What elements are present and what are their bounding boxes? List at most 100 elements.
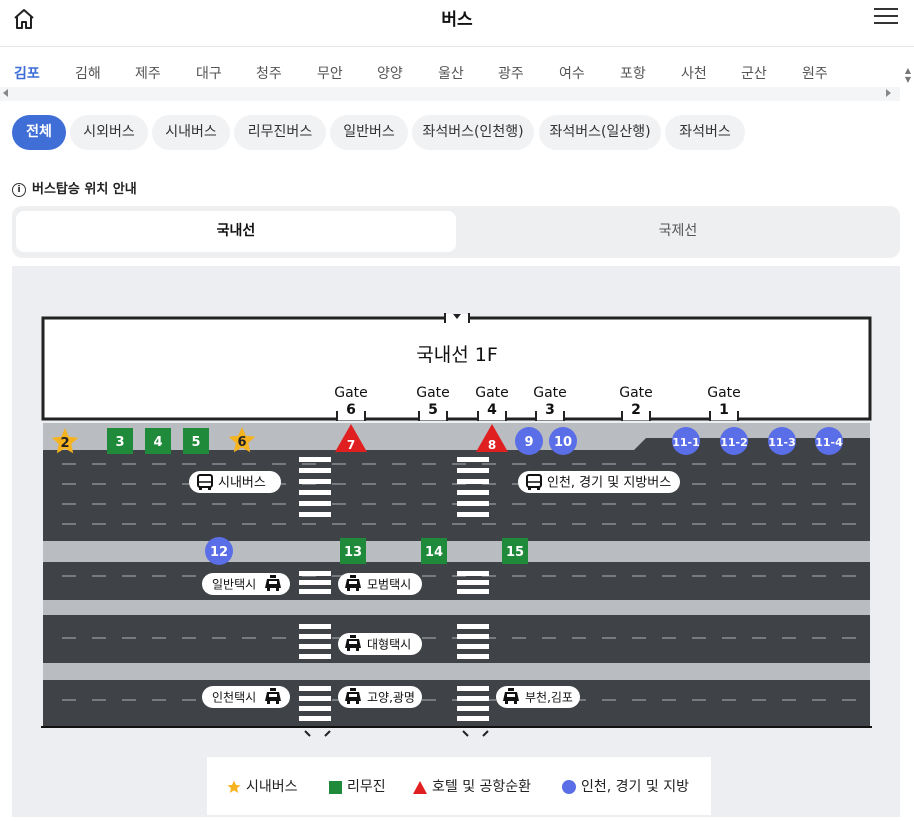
city-tab[interactable]: 청주	[256, 63, 282, 83]
gate-word: Gate	[707, 385, 741, 401]
regional-bus-label: 인천, 경기 및 지방버스	[547, 476, 671, 491]
filter-chip[interactable]: 리무진버스	[234, 115, 326, 150]
taxi-icon-wheel	[347, 701, 350, 704]
gate-door	[711, 414, 737, 420]
taxi-icon-window	[269, 694, 277, 697]
scroll-right-icon[interactable]	[886, 89, 891, 97]
city-tabs: 김포 김해 제주 대구 청주 무안 양양 울산 광주 여수 포항 사천 군산 원주	[0, 60, 914, 86]
legend-city-bus: 시내버스	[227, 776, 298, 796]
gate-door	[537, 414, 563, 420]
city-tab[interactable]: 울산	[438, 63, 464, 83]
crosswalk-stripe	[457, 696, 489, 701]
taxi-icon-wheel	[347, 588, 350, 591]
vertical-scroll-icon[interactable]: ▲ ▼	[903, 66, 913, 86]
stop-number: 11-1	[672, 436, 700, 449]
filter-chip[interactable]: 시내버스	[152, 115, 230, 150]
city-tab[interactable]: 여수	[559, 63, 585, 83]
crosswalk-stripe	[457, 634, 489, 639]
stop-number: 9	[524, 435, 533, 450]
stop-number: 13	[344, 545, 362, 560]
tab-domestic[interactable]: 국내선	[16, 211, 456, 252]
road-2	[43, 562, 870, 600]
stop-number: 14	[425, 545, 443, 560]
stop-number: 11-3	[768, 436, 796, 449]
taxi-icon-window	[269, 581, 277, 584]
gate-door	[479, 414, 505, 420]
city-tab[interactable]: 광주	[498, 63, 524, 83]
city-bus-label: 시내버스	[218, 476, 266, 491]
gate-word: Gate	[334, 385, 368, 401]
crosswalk-stripe	[457, 479, 489, 484]
floor-label: 국내선 1F	[416, 344, 498, 366]
sidewalk-4	[43, 663, 870, 680]
city-tab[interactable]: 무안	[317, 63, 343, 83]
location-guide-title: i 버스탑승 위치 안내	[12, 178, 137, 197]
crosswalk-stripe	[457, 589, 489, 594]
stop-number: 12	[210, 545, 228, 560]
crosswalk-stripe	[457, 624, 489, 629]
stop-number: 11-4	[815, 436, 843, 449]
large-taxi-label: 대형택시	[367, 638, 411, 652]
info-icon: i	[12, 182, 26, 197]
city-tab[interactable]: 원주	[802, 63, 828, 83]
taxi-icon-sign	[350, 575, 356, 578]
city-tab[interactable]: 사천	[681, 63, 707, 83]
filter-chip[interactable]: 좌석버스(인천행)	[412, 115, 534, 150]
triangle-icon	[413, 780, 427, 794]
taxi-icon-wheel	[347, 648, 350, 651]
stop-number: 7	[347, 438, 355, 452]
filter-chip[interactable]: 좌석버스(일산행)	[539, 115, 661, 150]
taxi-icon-wheel	[267, 588, 270, 591]
taxi-icon-window	[349, 641, 357, 644]
city-tab[interactable]: 양양	[377, 63, 403, 83]
location-guide-label: 버스탑승 위치 안내	[32, 182, 137, 197]
city-tab[interactable]: 김포	[14, 63, 40, 83]
city-tab[interactable]: 군산	[741, 63, 767, 83]
city-tab[interactable]: 김해	[75, 63, 101, 83]
crosswalk-stripe	[457, 457, 489, 462]
city-tab[interactable]: 대구	[196, 63, 222, 83]
crosswalk-stripe	[299, 686, 331, 691]
crosswalk-stripe	[299, 706, 331, 711]
legend-regional: 인천, 경기 및 지방	[562, 776, 689, 796]
taxi-icon-window	[349, 694, 357, 697]
taxi-icon-wheel	[276, 701, 279, 704]
stop-number: 11-2	[720, 436, 748, 449]
exit-mark	[324, 730, 331, 737]
taxi-icon-window	[507, 694, 515, 697]
filter-chip[interactable]: 좌석버스	[665, 115, 745, 150]
city-tab[interactable]: 제주	[135, 63, 161, 83]
city-tab[interactable]: 포항	[620, 63, 646, 83]
terminal-building	[41, 316, 872, 421]
menu-icon[interactable]	[874, 8, 898, 28]
taxi-icon-wheel	[267, 701, 270, 704]
legend-hotel-label: 호텔 및 공항순환	[432, 779, 532, 795]
crosswalk-stripe	[299, 696, 331, 701]
stop-number: 6	[237, 435, 246, 450]
crosswalk-stripe	[299, 654, 331, 659]
bus-icon-wheel	[199, 487, 202, 490]
stop-number: 2	[60, 436, 69, 451]
gate-word: Gate	[533, 385, 567, 401]
crosswalk-stripe	[457, 501, 489, 506]
crosswalk-stripe	[457, 706, 489, 711]
tab-international[interactable]: 국제선	[460, 211, 896, 252]
horizontal-scrollbar[interactable]	[0, 87, 900, 101]
crosswalk-stripe	[299, 457, 331, 462]
exit-mark	[462, 730, 469, 737]
stop-number: 4	[153, 435, 162, 450]
road-4	[43, 680, 870, 726]
map-canvas: 국내선 1FGate6Gate5Gate4Gate3Gate2Gate12 63 4…	[41, 313, 872, 737]
filter-chip[interactable]: 일반버스	[330, 115, 408, 150]
crosswalk-stripe	[299, 501, 331, 506]
taxi-icon-wheel	[276, 588, 279, 591]
filter-chip[interactable]: 시외버스	[70, 115, 148, 150]
crosswalk-stripe	[457, 571, 489, 576]
filter-chip[interactable]: 전체	[12, 115, 66, 150]
stop-number: 5	[191, 435, 200, 450]
crosswalk-stripe	[299, 490, 331, 495]
taxi-icon-wheel	[514, 701, 517, 704]
scroll-left-icon[interactable]	[3, 89, 8, 97]
bus-icon-wheel	[537, 487, 540, 490]
legend-limousine: 리무진	[329, 776, 386, 796]
